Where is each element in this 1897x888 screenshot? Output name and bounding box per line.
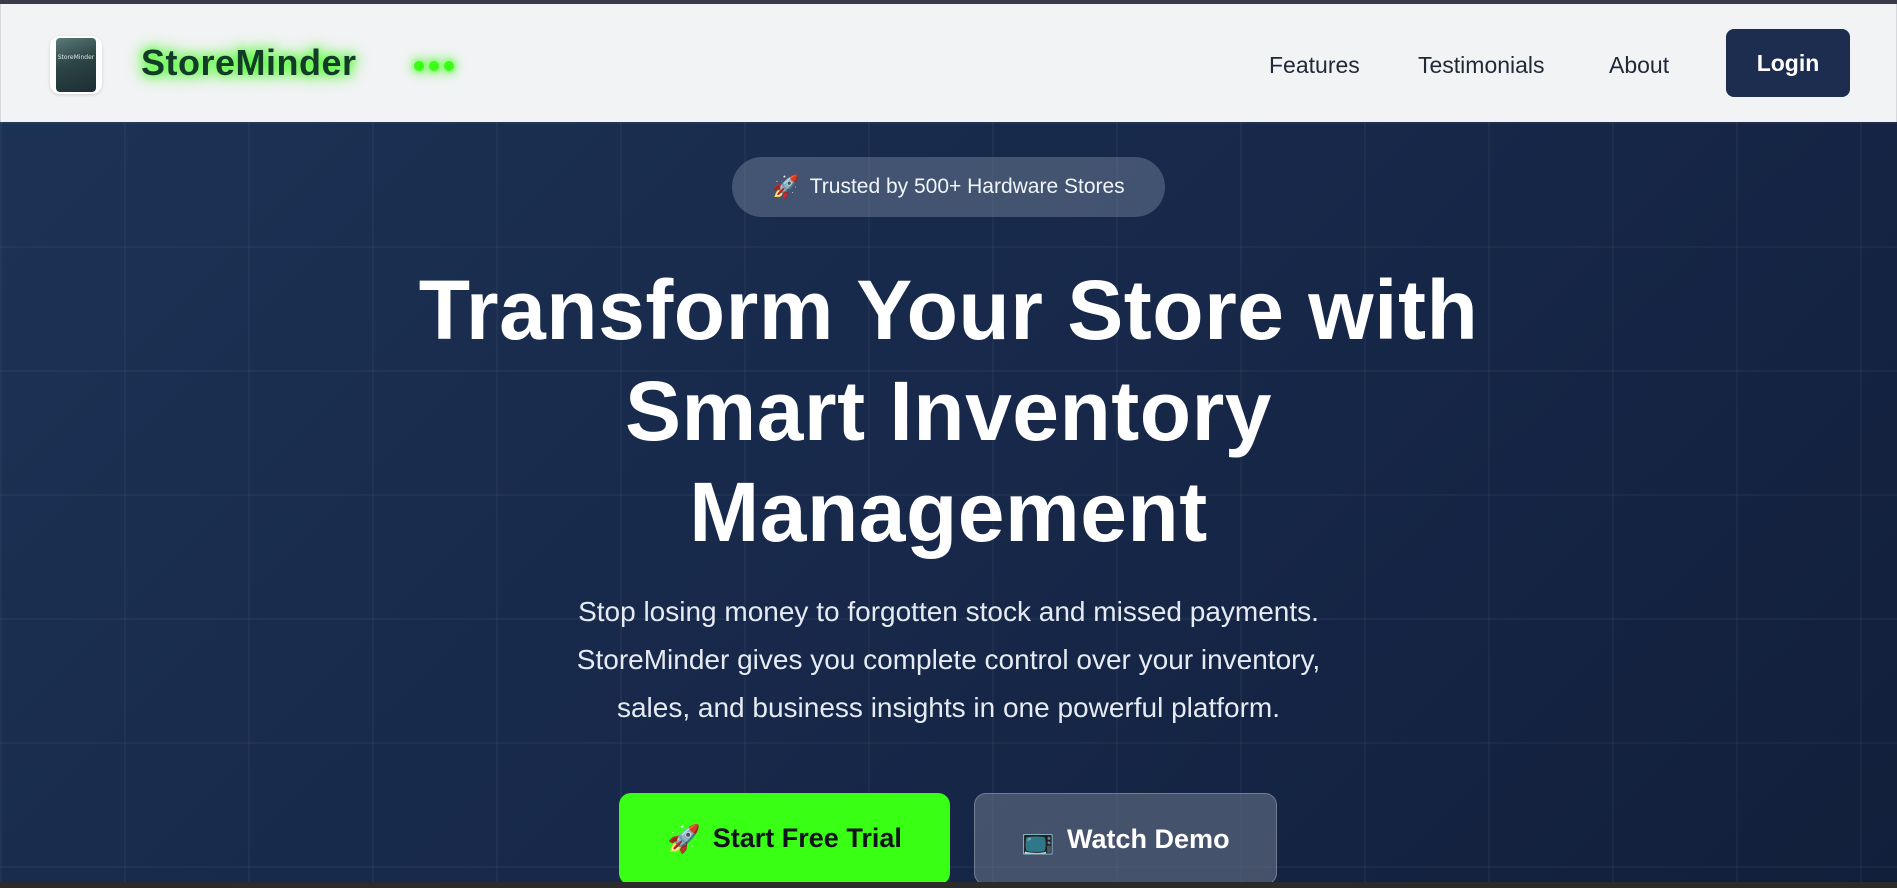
dot-icon [429,61,439,71]
hero-section: 🚀 Trusted by 500+ Hardware Stores Transf… [0,122,1897,885]
rocket-icon: 🚀 [667,824,701,854]
subtext-line: sales, and business insights in one powe… [616,692,1281,723]
brand-name[interactable]: StoreMinder [141,42,357,84]
start-free-trial-label: Start Free Trial [712,823,902,853]
logo[interactable]: StoreMinder [50,36,102,94]
window-bottom-border [0,882,1897,888]
headline-line: Transform Your Store with [418,263,1479,357]
start-free-trial-button[interactable]: 🚀 Start Free Trial [619,793,950,885]
headline-line: Management [689,465,1208,559]
logo-image: StoreMinder [56,38,96,92]
nav-link-features[interactable]: Features [1269,52,1360,79]
trust-badge-text: Trusted by 500+ Hardware Stores [809,175,1125,198]
dot-icon [444,61,454,71]
subtext-line: Stop losing money to forgotten stock and… [578,596,1319,627]
nav-link-testimonials[interactable]: Testimonials [1418,52,1545,79]
site-header: StoreMinder StoreMinder Features Testimo… [0,4,1897,122]
dot-icon [414,61,424,71]
status-dots-icon [414,61,454,71]
trust-badge: 🚀 Trusted by 500+ Hardware Stores [732,157,1165,217]
headline-line: Smart Inventory [624,364,1272,458]
tv-icon: 📺 [1021,825,1056,855]
nav-link-about[interactable]: About [1609,52,1669,79]
subtext-line: StoreMinder gives you complete control o… [576,644,1321,675]
logo-text: StoreMinder [57,54,95,61]
hero-subtext: Stop losing money to forgotten stock and… [480,588,1417,732]
watch-demo-button[interactable]: 📺 Watch Demo [974,793,1277,885]
hero-headline: Transform Your Store with Smart Inventor… [300,260,1597,563]
login-button[interactable]: Login [1726,29,1850,97]
rocket-icon: 🚀 [772,174,800,199]
watch-demo-label: Watch Demo [1067,824,1230,854]
